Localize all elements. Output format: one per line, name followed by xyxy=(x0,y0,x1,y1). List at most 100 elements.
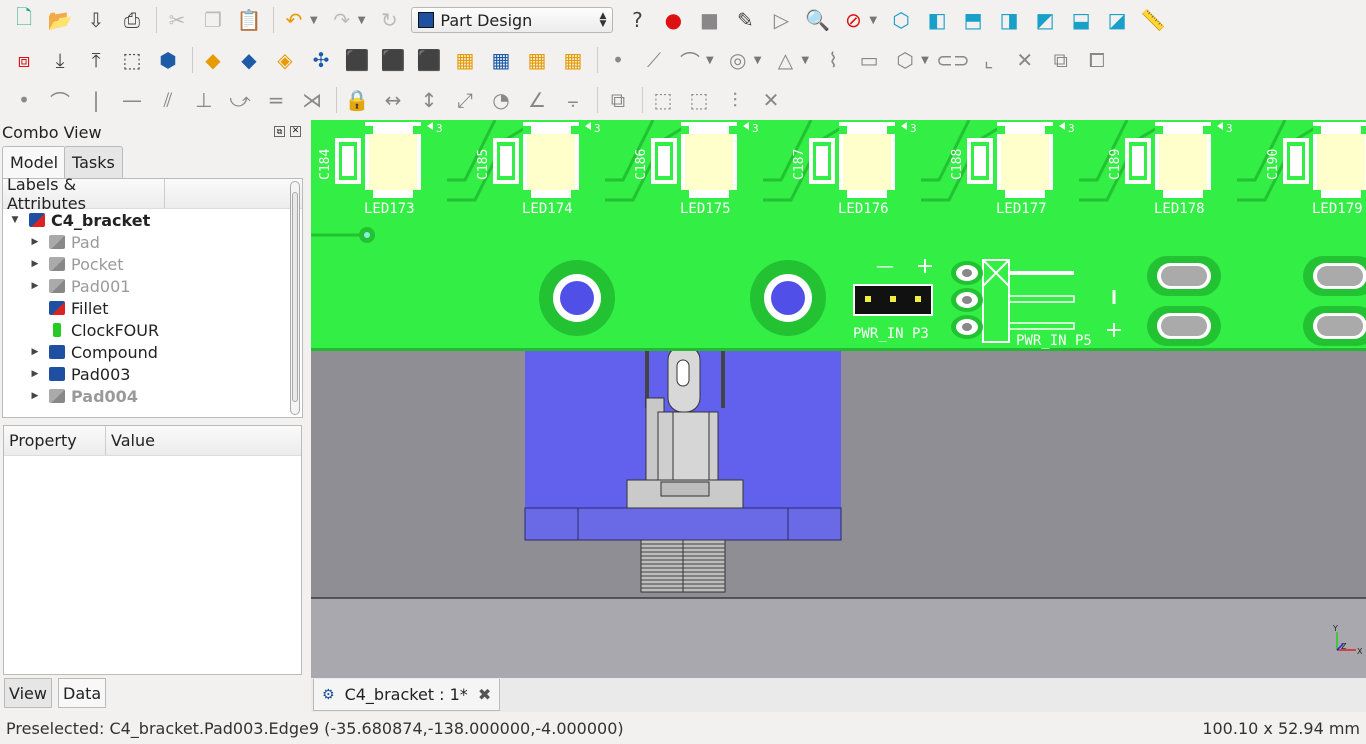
isometric-view-icon[interactable]: ⬡ xyxy=(887,6,915,34)
bracket-base[interactable] xyxy=(524,507,842,541)
pad-feature-icon[interactable]: ⬛ xyxy=(343,46,371,74)
sketch-rectangle-icon[interactable]: ▭ xyxy=(855,46,883,74)
constrain-equal-icon[interactable]: = xyxy=(262,86,290,114)
constrain-horizontal-distance-icon[interactable]: ↔ xyxy=(379,86,407,114)
local-cs-icon[interactable]: ✣ xyxy=(307,46,335,74)
constrain-radius-icon[interactable]: ◔ xyxy=(487,86,515,114)
rear-view-icon[interactable]: ◩ xyxy=(1031,6,1059,34)
datum-point-icon[interactable]: ◈ xyxy=(271,46,299,74)
whats-this-icon[interactable]: ? xyxy=(623,6,651,34)
carbon-copy-icon[interactable]: ⧠ xyxy=(1083,46,1111,74)
constrain-point-on-object-icon[interactable]: ⌒ xyxy=(46,86,74,114)
expand-arrow-icon[interactable]: ▶ xyxy=(29,391,41,401)
stop-macro-icon[interactable]: ■ xyxy=(695,6,723,34)
constrain-perpendicular-icon[interactable]: ⊥ xyxy=(190,86,218,114)
select-axis-icon[interactable]: ⫶ xyxy=(721,86,749,114)
redo-icon[interactable]: ↷ xyxy=(328,6,356,34)
sketch-external-icon[interactable]: ⧉ xyxy=(1047,46,1075,74)
delete-constraints-icon[interactable]: ✕ xyxy=(757,86,785,114)
export-icon[interactable]: ⤒ xyxy=(82,46,110,74)
pcb-board[interactable]: 3 C184 LED173 3 C185 LED174 3 C186 LED175 3 C187 LE… xyxy=(311,120,1366,351)
workbench-selector[interactable]: Part Design ▲ ▼ xyxy=(411,7,614,33)
constrain-tangent-icon[interactable]: ⤻ xyxy=(226,86,254,114)
document-tab[interactable]: ⚙ C4_bracket : 1* ✖ xyxy=(313,679,501,711)
3d-viewport[interactable]: 3 C184 LED173 3 C185 LED174 3 C186 LED175 3 C187 LE… xyxy=(311,120,1366,678)
expand-arrow-icon[interactable]: ▶ xyxy=(29,281,41,291)
toggle-construction-icon[interactable]: ⧉ xyxy=(604,86,632,114)
linear-pattern-icon[interactable]: ▦ xyxy=(487,46,515,74)
polygon-dropdown-icon[interactable]: ▼ xyxy=(921,55,929,66)
top-view-icon[interactable]: ⬒ xyxy=(959,6,987,34)
draw-style-dropdown-icon[interactable]: ▼ xyxy=(869,15,877,26)
datum-plane-icon[interactable]: ◆ xyxy=(199,46,227,74)
multitransform-icon[interactable]: ▦ xyxy=(559,46,587,74)
edit-macro-icon[interactable]: ✎ xyxy=(731,6,759,34)
sketch-trim-icon[interactable]: ✕ xyxy=(1011,46,1039,74)
print-icon[interactable]: ⎙ xyxy=(118,6,146,34)
constrain-parallel-icon[interactable]: ⫽ xyxy=(154,86,182,114)
save-icon[interactable]: ⇩ xyxy=(82,6,110,34)
arc-dropdown-icon[interactable]: ▼ xyxy=(706,55,714,66)
measure-distance-icon[interactable]: 📏 xyxy=(1139,6,1167,34)
tree-item[interactable]: ▶ Compound xyxy=(29,341,158,363)
constrain-coincident-icon[interactable]: • xyxy=(10,86,38,114)
record-macro-icon[interactable]: ● xyxy=(659,6,687,34)
bottom-view-icon[interactable]: ⬓ xyxy=(1067,6,1095,34)
tree-item[interactable]: ▶ Pad001 xyxy=(29,275,131,297)
front-view-icon[interactable]: ◧ xyxy=(923,6,951,34)
create-body-icon[interactable]: ⧈ xyxy=(10,46,38,74)
sketch-view-icon[interactable]: ⬚ xyxy=(118,46,146,74)
circle-dropdown-icon[interactable]: ▼ xyxy=(754,55,762,66)
value-column-header[interactable]: Value xyxy=(106,426,301,455)
sketch-slot-icon[interactable]: ⊂⊃ xyxy=(936,46,970,74)
tab-model[interactable]: Model xyxy=(2,146,67,178)
select-origin-icon[interactable]: ⬚ xyxy=(685,86,713,114)
close-panel-icon[interactable]: ✕ xyxy=(290,126,301,137)
constrain-horizontal-icon[interactable]: — xyxy=(118,86,146,114)
undo-icon[interactable]: ↶ xyxy=(280,6,308,34)
select-constraints-icon[interactable]: ⬚ xyxy=(649,86,677,114)
copy-icon[interactable]: ❐ xyxy=(199,6,227,34)
left-view-icon[interactable]: ◪ xyxy=(1103,6,1131,34)
tree-scrollbar[interactable] xyxy=(290,181,300,415)
tree-item[interactable]: ▶ Pocket xyxy=(29,253,124,275)
expand-arrow-icon[interactable]: ▶ xyxy=(29,237,41,247)
mirrored-icon[interactable]: ▦ xyxy=(451,46,479,74)
new-file-icon[interactable]: 🗋 xyxy=(10,5,38,34)
sketch-point-icon[interactable]: • xyxy=(604,46,632,74)
sketch-arc-icon[interactable]: ⌒ xyxy=(676,46,704,74)
sketch-circle-icon[interactable]: ◎ xyxy=(724,46,752,74)
float-panel-icon[interactable]: ⧉ xyxy=(274,126,285,137)
revolution-icon[interactable]: ⬛ xyxy=(415,46,443,74)
constrain-vertical-icon[interactable]: | xyxy=(82,86,110,114)
open-file-icon[interactable]: 📂 xyxy=(46,6,74,34)
polar-pattern-icon[interactable]: ▦ xyxy=(523,46,551,74)
right-view-icon[interactable]: ◨ xyxy=(995,6,1023,34)
tree-item[interactable]: ▼ C4_bracket xyxy=(9,209,151,231)
sketch-line-icon[interactable]: ⟋ xyxy=(640,46,668,74)
redo-dropdown-icon[interactable]: ▼ xyxy=(358,15,366,26)
tree-item[interactable]: ClockFOUR xyxy=(29,319,159,341)
expand-arrow-icon[interactable]: ▶ xyxy=(29,347,41,357)
paste-icon[interactable]: 📋 xyxy=(235,6,263,34)
tab-view[interactable]: View xyxy=(4,678,52,708)
tab-data[interactable]: Data xyxy=(58,678,107,708)
tree-item[interactable]: ▶ Pad xyxy=(29,231,100,253)
constrain-lock-icon[interactable]: 🔒 xyxy=(343,86,371,114)
constrain-angle-icon[interactable]: ∠ xyxy=(523,86,551,114)
close-tab-icon[interactable]: ✖ xyxy=(478,685,491,704)
expand-arrow-icon[interactable]: ▶ xyxy=(29,259,41,269)
import-icon[interactable]: ⤓ xyxy=(46,46,74,74)
scrollbar-thumb[interactable] xyxy=(292,192,298,402)
expand-arrow-icon[interactable]: ▶ xyxy=(29,369,41,379)
tree-item[interactable]: ▶ Pad004 xyxy=(29,385,138,407)
draw-style-icon[interactable]: ⊘ xyxy=(839,6,867,34)
datum-line-icon[interactable]: ◆ xyxy=(235,46,263,74)
collapse-arrow-icon[interactable]: ▼ xyxy=(9,215,21,225)
undo-dropdown-icon[interactable]: ▼ xyxy=(310,15,318,26)
cut-icon[interactable]: ✂ xyxy=(163,6,191,34)
clone-icon[interactable]: ⬢ xyxy=(154,46,182,74)
pocket-feature-icon[interactable]: ⬛ xyxy=(379,46,407,74)
property-column-header[interactable]: Property xyxy=(4,426,106,455)
sketch-conic-icon[interactable]: △ xyxy=(771,46,799,74)
